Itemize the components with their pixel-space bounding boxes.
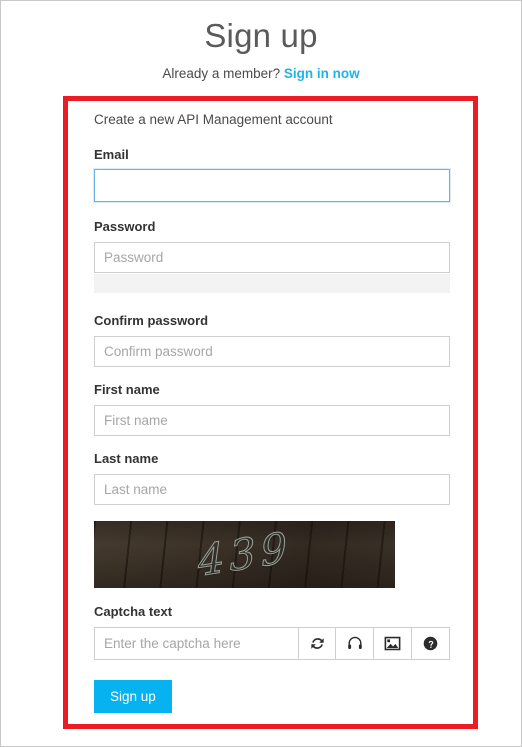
refresh-icon <box>309 635 326 652</box>
password-label: Password <box>94 219 156 235</box>
help-icon <box>422 635 439 652</box>
captcha-challenge-text: 439 <box>196 521 294 586</box>
field-password: Password <box>94 219 450 294</box>
captcha-text-label: Captcha text <box>94 604 173 619</box>
headphones-icon <box>346 634 364 652</box>
field-first-name: First name <box>94 382 450 437</box>
last-name-label: Last name <box>94 451 159 467</box>
field-email: Email <box>94 147 450 203</box>
password-input[interactable] <box>94 242 450 274</box>
captcha-help-button[interactable] <box>412 626 450 660</box>
signup-page: Sign up Already a member? Sign in now Cr… <box>0 0 522 747</box>
captcha-image-button[interactable] <box>374 626 412 660</box>
image-icon <box>384 635 401 652</box>
sign-in-now-link[interactable]: Sign in now <box>284 66 360 81</box>
captcha-input[interactable] <box>94 626 298 660</box>
field-last-name: Last name <box>94 451 450 505</box>
captcha-audio-button[interactable] <box>336 626 374 660</box>
page-header: Sign up Already a member? Sign in now <box>1 1 521 83</box>
page-title: Sign up <box>204 17 318 54</box>
confirm-password-label: Confirm password <box>94 313 209 329</box>
signup-button[interactable]: Sign up <box>94 679 172 713</box>
email-label: Email <box>94 146 129 162</box>
member-prompt-text: Already a member? <box>162 66 281 82</box>
captcha-challenge-image: 439 <box>94 521 395 588</box>
field-confirm-password: Confirm password <box>94 313 450 368</box>
captcha-refresh-button[interactable] <box>298 626 336 660</box>
field-captcha-text: Captcha text <box>94 604 450 660</box>
signup-form: Create a new API Management account Emai… <box>94 111 450 713</box>
submit-row: Sign up <box>94 679 450 713</box>
form-heading: Create a new API Management account <box>94 112 333 127</box>
captcha-input-group <box>94 626 450 660</box>
first-name-label: First name <box>94 382 160 398</box>
password-strength-bar <box>94 274 450 294</box>
confirm-password-input[interactable] <box>94 336 450 368</box>
first-name-input[interactable] <box>94 405 450 437</box>
last-name-input[interactable] <box>94 474 450 505</box>
email-input[interactable] <box>94 169 450 203</box>
member-prompt-line: Already a member? Sign in now <box>1 65 521 83</box>
